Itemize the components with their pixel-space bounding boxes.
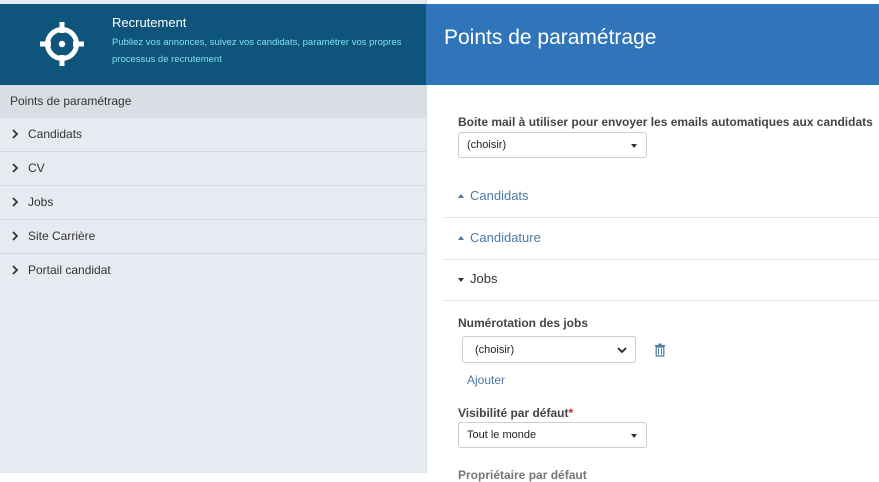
- section-candidature[interactable]: Candidature: [443, 218, 879, 260]
- visibility-select-value: Tout le monde: [467, 429, 537, 441]
- section-jobs-label: Jobs: [470, 271, 498, 286]
- main-header: Points de paramétrage: [426, 4, 879, 85]
- chevron-right-icon: [12, 197, 19, 207]
- sidebar-item-label: Jobs: [28, 195, 54, 209]
- sidebar-item-jobs[interactable]: Jobs: [0, 186, 426, 220]
- sidebar-item-label: Site Carrière: [28, 229, 96, 243]
- required-marker: *: [568, 406, 574, 420]
- page-title: Points de paramétrage: [444, 26, 657, 49]
- job-numbering-label: Numérotation des jobs: [458, 316, 589, 330]
- owner-label-partial: Propriétaire par défaut: [458, 468, 587, 482]
- sidebar-menu: Candidats CV Jobs Site Carrière Portail …: [0, 118, 426, 287]
- job-numbering-select-value: (choisir): [475, 344, 515, 356]
- visibility-label: Visibilité par défaut*: [458, 406, 573, 420]
- sidebar-item-site-carriere[interactable]: Site Carrière: [0, 220, 426, 254]
- visibility-select[interactable]: Tout le monde: [458, 422, 647, 448]
- sidebar: Recrutement Publiez vos annonces, suivez…: [0, 0, 427, 473]
- app-description: Publiez vos annonces, suivez vos candida…: [112, 37, 402, 65]
- section-candidats-label: Candidats: [470, 188, 529, 203]
- mailbox-select[interactable]: (choisir): [458, 132, 647, 158]
- trash-icon[interactable]: [654, 343, 666, 357]
- caret-up-icon: [458, 194, 464, 198]
- sidebar-item-label: Candidats: [28, 127, 83, 141]
- app-title: Recrutement: [112, 15, 187, 30]
- add-numbering-link[interactable]: Ajouter: [467, 373, 505, 387]
- sidebar-item-candidats[interactable]: Candidats: [0, 118, 426, 152]
- sidebar-section-title: Points de paramétrage: [10, 94, 132, 108]
- caret-down-icon: [458, 278, 464, 282]
- caret-down-icon: [631, 144, 637, 148]
- section-jobs[interactable]: Jobs: [443, 259, 879, 301]
- section-candidats[interactable]: Candidats: [443, 176, 879, 218]
- sidebar-section-header[interactable]: Points de paramétrage: [0, 85, 426, 118]
- caret-down-icon: [631, 434, 637, 438]
- caret-up-icon: [458, 236, 464, 240]
- target-logo-icon: [40, 22, 84, 66]
- mailbox-select-value: (choisir): [467, 139, 507, 151]
- chevron-right-icon: [12, 163, 19, 173]
- sidebar-item-portail-candidat[interactable]: Portail candidat: [0, 254, 426, 287]
- chevron-right-icon: [12, 129, 19, 139]
- chevron-right-icon: [12, 265, 19, 275]
- job-numbering-select[interactable]: (choisir): [462, 336, 636, 363]
- mailbox-label: Boite mail à utiliser pour envoyer les e…: [458, 115, 873, 129]
- chevron-right-icon: [12, 231, 19, 241]
- visibility-label-text: Visibilité par défaut: [458, 406, 569, 420]
- sidebar-item-label: CV: [28, 161, 45, 175]
- chevron-down-icon: [617, 347, 627, 354]
- app-header: Recrutement Publiez vos annonces, suivez…: [0, 4, 426, 85]
- sidebar-item-label: Portail candidat: [28, 263, 111, 277]
- main-content: Boite mail à utiliser pour envoyer les e…: [443, 85, 879, 482]
- sidebar-item-cv[interactable]: CV: [0, 152, 426, 186]
- section-candidature-label: Candidature: [470, 230, 541, 245]
